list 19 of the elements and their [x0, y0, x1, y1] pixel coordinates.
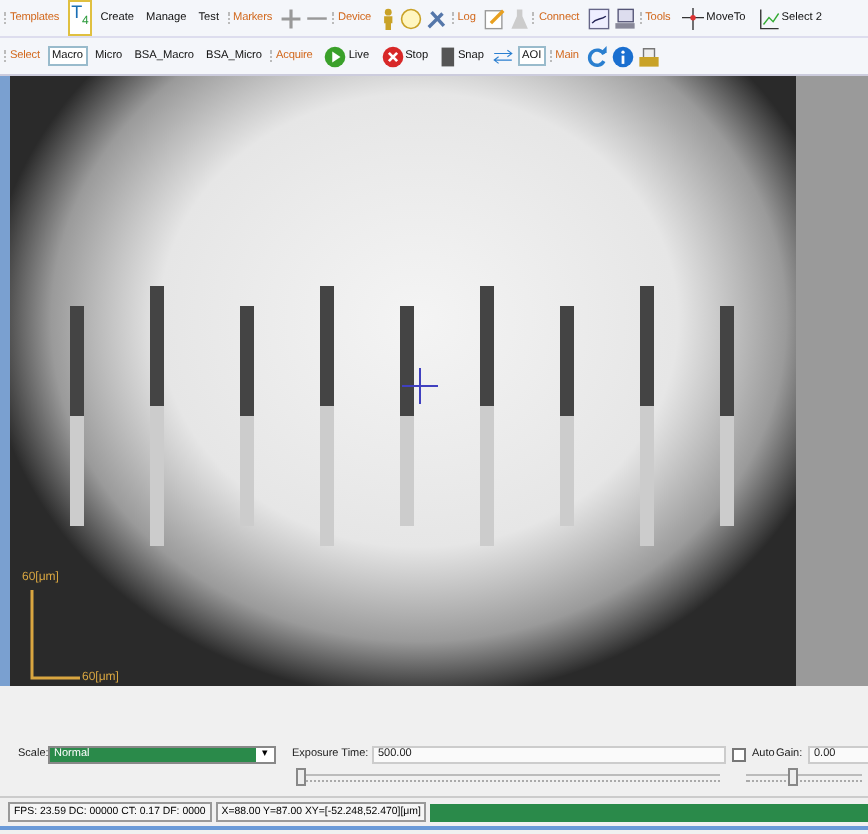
info-icon[interactable]: [612, 45, 635, 67]
template-tool-icon[interactable]: T$_{4}$: [67, 0, 93, 36]
monitor-icon[interactable]: [613, 7, 636, 29]
gain-slider[interactable]: [746, 774, 862, 782]
pen-tablet-icon[interactable]: [587, 7, 610, 29]
crosshair-drawing: [402, 368, 438, 404]
stop-icon: [381, 45, 404, 67]
arrows-icon[interactable]: [492, 47, 515, 65]
tray-icon[interactable]: [638, 45, 661, 67]
exposure-slider[interactable]: [300, 774, 720, 782]
play-icon: [324, 45, 347, 67]
notepad-icon[interactable]: [483, 7, 506, 29]
plus-icon[interactable]: [280, 7, 303, 29]
chart-icon: [757, 7, 780, 29]
auto-checkbox[interactable]: [732, 748, 746, 762]
crosshair-icon: [682, 7, 705, 29]
scale-bar-drawing: [28, 588, 80, 682]
refresh-icon[interactable]: [586, 45, 609, 67]
figure-icon[interactable]: [379, 7, 396, 29]
